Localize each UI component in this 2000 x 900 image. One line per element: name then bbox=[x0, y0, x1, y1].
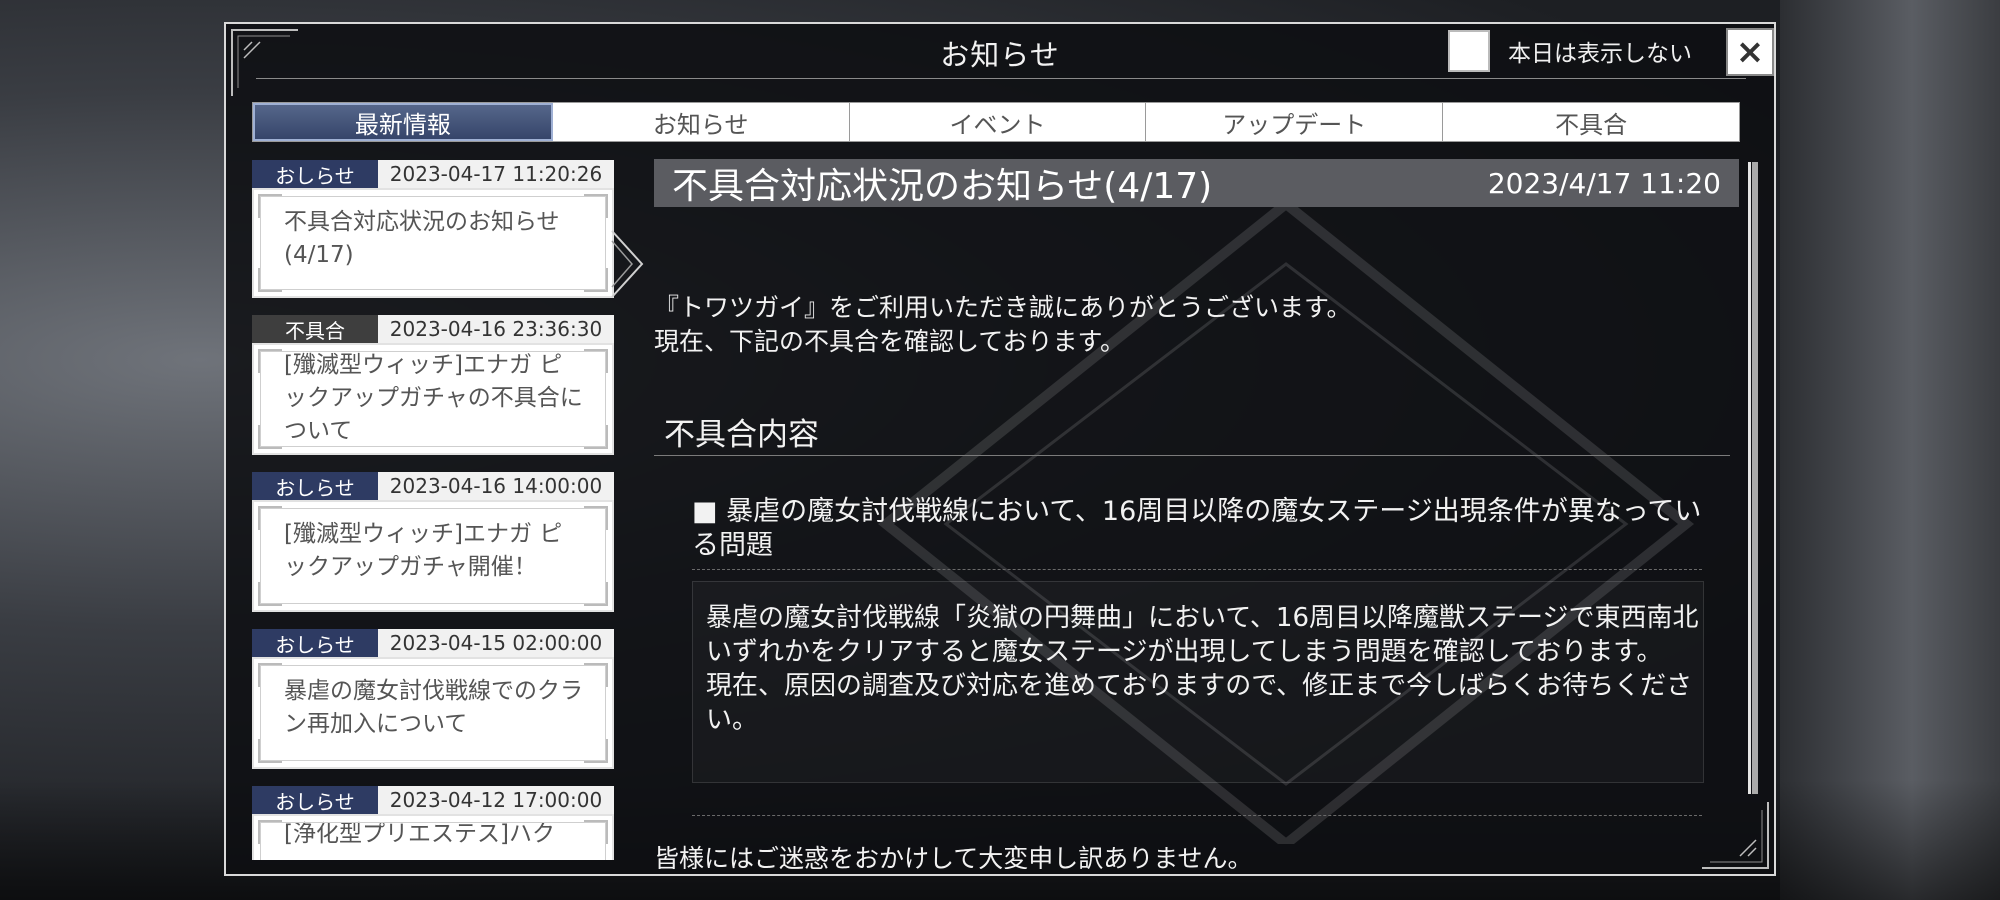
post-date: 2023-04-16 23:36:30 bbox=[378, 315, 614, 343]
scrollbar-thumb[interactable] bbox=[1748, 162, 1751, 794]
list-item[interactable]: おしらせ 2023-04-17 11:20:26 不具合対応状況のお知らせ(4/… bbox=[252, 160, 614, 298]
notice-dialog: お知らせ 本日は表示しない × 最新情報 お知らせ イベント アップデート 不具… bbox=[224, 22, 1776, 876]
category-badge: おしらせ bbox=[252, 786, 378, 814]
tab-bugs[interactable]: 不具合 bbox=[1443, 103, 1739, 141]
dashed-divider bbox=[692, 569, 1702, 570]
dont-show-checkbox[interactable] bbox=[1448, 30, 1490, 72]
list-item[interactable]: おしらせ 2023-04-12 17:00:00 [浄化型プリエステス]ハク bbox=[252, 786, 614, 860]
article-body: 『トワツガイ』をご利用いただき誠にありがとうございます。 現在、下記の不具合を確… bbox=[654, 219, 1739, 869]
tab-events[interactable]: イベント bbox=[850, 103, 1147, 141]
post-date: 2023-04-12 17:00:00 bbox=[378, 786, 614, 814]
tab-latest[interactable]: 最新情報 bbox=[253, 103, 553, 141]
article-date: 2023/4/17 11:20 bbox=[1487, 166, 1721, 200]
list-item-title: [浄化型プリエステス]ハク bbox=[284, 821, 555, 847]
dashed-divider bbox=[692, 815, 1702, 816]
issue-detail: 暴虐の魔女討伐戦線「炎獄の円舞曲」において、16周目以降魔獣ステージで東西南北い… bbox=[706, 601, 1706, 737]
category-badge: おしらせ bbox=[252, 160, 378, 188]
category-badge: おしらせ bbox=[252, 472, 378, 500]
category-badge: 不具合 bbox=[252, 315, 378, 343]
tab-notices[interactable]: お知らせ bbox=[553, 103, 850, 141]
section-heading: 不具合内容 bbox=[664, 417, 819, 453]
scrollbar-track[interactable] bbox=[1752, 162, 1758, 794]
list-item[interactable]: おしらせ 2023-04-15 02:00:00 暴虐の魔女討伐戦線でのクラン再… bbox=[252, 629, 614, 769]
dont-show-today-toggle[interactable]: 本日は表示しない bbox=[1448, 30, 1692, 72]
article-intro: 『トワツガイ』をご利用いただき誠にありがとうございます。 現在、下記の不具合を確… bbox=[654, 291, 1714, 359]
apology-text: 皆様にはご迷惑をおかけして大変申し訳ありません。 bbox=[654, 844, 1253, 869]
title-divider bbox=[256, 78, 1746, 79]
article-header: 不具合対応状況のお知らせ(4/17) 2023/4/17 11:20 bbox=[654, 159, 1739, 207]
close-button[interactable]: × bbox=[1726, 28, 1774, 76]
post-date: 2023-04-17 11:20:26 bbox=[378, 160, 614, 188]
category-badge: おしらせ bbox=[252, 629, 378, 657]
list-item-title: [殲滅型ウィッチ]エナガ ピックアップガチャ開催！ bbox=[284, 521, 563, 580]
intro-line: 『トワツガイ』をご利用いただき誠にありがとうございます。 bbox=[654, 293, 1352, 322]
intro-line: 現在、下記の不具合を確認しております。 bbox=[654, 327, 1126, 356]
issue-detail-paragraph: 現在、原因の調査及び対応を進めておりますので、修正まで今しばらくお待ちください。 bbox=[706, 671, 1693, 735]
dont-show-label: 本日は表示しない bbox=[1508, 41, 1692, 67]
notice-list: おしらせ 2023-04-17 11:20:26 不具合対応状況のお知らせ(4/… bbox=[252, 160, 614, 860]
category-tabs: 最新情報 お知らせ イベント アップデート 不具合 bbox=[252, 102, 1740, 142]
issue-title: ■ 暴虐の魔女討伐戦線において、16周目以降の魔女ステージ出現条件が異なっている… bbox=[692, 496, 1702, 561]
list-item-title: [殲滅型ウィッチ]エナガ ピックアップガチャの不具合について bbox=[284, 352, 583, 444]
tab-updates[interactable]: アップデート bbox=[1146, 103, 1444, 141]
article-title: 不具合対応状況のお知らせ(4/17) bbox=[672, 166, 1213, 207]
list-item[interactable]: おしらせ 2023-04-16 14:00:00 [殲滅型ウィッチ]エナガ ピッ… bbox=[252, 472, 614, 612]
background-right-panel bbox=[1780, 0, 2000, 900]
issue-detail-paragraph: 暴虐の魔女討伐戦線「炎獄の円舞曲」において、16周目以降魔獣ステージで東西南北い… bbox=[706, 603, 1699, 667]
list-item[interactable]: 不具合 2023-04-16 23:36:30 [殲滅型ウィッチ]エナガ ピック… bbox=[252, 315, 614, 455]
list-item-title: 不具合対応状況のお知らせ(4/17) bbox=[284, 209, 560, 268]
selected-item-arrow-icon bbox=[611, 230, 644, 298]
section-divider bbox=[654, 455, 1730, 456]
post-date: 2023-04-16 14:00:00 bbox=[378, 472, 614, 500]
list-item-title: 暴虐の魔女討伐戦線でのクラン再加入について bbox=[284, 678, 583, 737]
post-date: 2023-04-15 02:00:00 bbox=[378, 629, 614, 657]
